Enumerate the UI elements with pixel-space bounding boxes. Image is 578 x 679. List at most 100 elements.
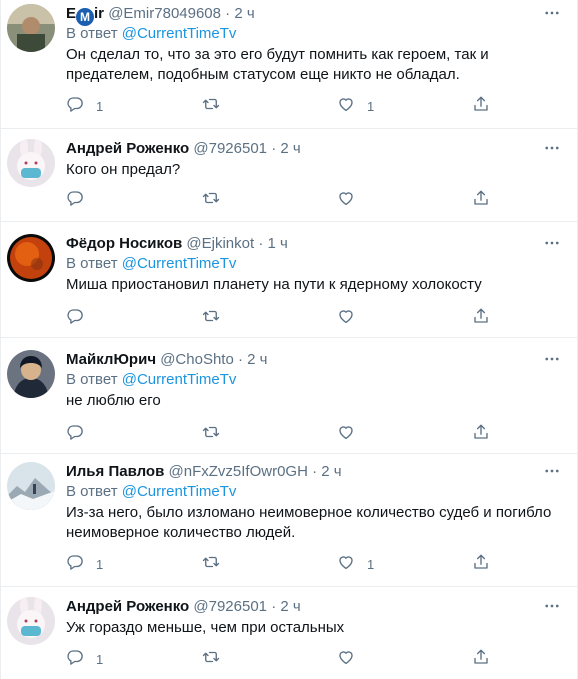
- separator: ·: [271, 140, 277, 157]
- reply-icon: [66, 648, 84, 671]
- share-button[interactable]: [472, 308, 490, 328]
- timestamp[interactable]: 2 ч: [321, 463, 341, 480]
- more-icon[interactable]: [541, 6, 563, 20]
- separator: ·: [312, 463, 318, 480]
- user-handle[interactable]: @Emir78049608: [108, 5, 221, 22]
- reply-button[interactable]: [66, 308, 96, 328]
- reply-button[interactable]: 1: [66, 96, 103, 116]
- tweet-text: Уж гораздо меньше, чем при остальных: [66, 619, 345, 636]
- tweet[interactable]: Андрей Роженко @7926501 · 2 ч Кого он пр…: [1, 129, 577, 222]
- retweet-button[interactable]: [202, 190, 232, 210]
- like-button[interactable]: [337, 308, 367, 328]
- more-icon[interactable]: [541, 599, 563, 613]
- user-handle[interactable]: @Ejkinkot: [186, 235, 254, 252]
- more-icon[interactable]: [541, 464, 563, 478]
- retweet-button[interactable]: [202, 554, 232, 574]
- like-button[interactable]: [337, 649, 367, 669]
- reply-button[interactable]: 1: [66, 554, 103, 574]
- user-handle[interactable]: @nFxZvz5IfOwr0GH: [169, 463, 308, 480]
- timestamp[interactable]: 2 ч: [247, 351, 267, 368]
- reply-icon: [66, 95, 84, 118]
- avatar[interactable]: [7, 139, 55, 187]
- share-icon: [472, 189, 490, 212]
- like-button[interactable]: [337, 190, 367, 210]
- reply-icon: [66, 307, 84, 330]
- share-icon: [472, 648, 490, 671]
- tweet-header: Фёдор Носиков @Ejkinkot · 1 ч: [66, 234, 563, 254]
- retweet-icon: [202, 189, 220, 212]
- like-button[interactable]: 1: [337, 96, 374, 116]
- retweet-button[interactable]: [202, 649, 232, 669]
- like-count: 1: [367, 98, 375, 114]
- tweet-text: Из-за него, было изломано неимоверное ко…: [66, 504, 552, 541]
- like-button[interactable]: [337, 424, 367, 444]
- mention-link[interactable]: @CurrentTimeTv: [122, 371, 237, 388]
- tweet-header: E Mir @Emir78049608 · 2 ч: [66, 4, 563, 26]
- like-button[interactable]: 1: [337, 554, 374, 574]
- share-button[interactable]: [472, 649, 490, 669]
- mention-link[interactable]: @CurrentTimeTv: [122, 25, 237, 42]
- like-icon: [337, 648, 355, 671]
- share-icon: [472, 307, 490, 330]
- retweet-button[interactable]: [202, 424, 232, 444]
- timestamp[interactable]: 1 ч: [267, 235, 287, 252]
- share-icon: [472, 423, 490, 446]
- share-button[interactable]: [472, 96, 490, 116]
- like-count: 1: [367, 556, 375, 572]
- display-name[interactable]: Андрей Роженко: [66, 140, 189, 157]
- reply-count: 1: [96, 556, 104, 572]
- reply-button[interactable]: [66, 424, 96, 444]
- tweet[interactable]: Илья Павлов @nFxZvz5IfOwr0GH · 2 ч В отв…: [1, 454, 577, 587]
- tweet-text: Миша приостановил планету на пути к ядер…: [66, 276, 482, 293]
- tweet-text: не люблю его: [66, 392, 161, 409]
- display-name[interactable]: Фёдор Носиков: [66, 235, 182, 252]
- avatar[interactable]: [7, 462, 55, 510]
- like-icon: [337, 553, 355, 576]
- separator: ·: [225, 5, 231, 22]
- user-handle[interactable]: @7926501: [193, 598, 267, 615]
- like-icon: [337, 189, 355, 212]
- timestamp[interactable]: 2 ч: [234, 5, 254, 22]
- avatar[interactable]: [7, 597, 55, 645]
- mention-link[interactable]: @CurrentTimeTv: [122, 255, 237, 272]
- reply-prefix: В ответ: [66, 255, 118, 272]
- reply-icon: [66, 189, 84, 212]
- reply-icon: [66, 553, 84, 576]
- share-button[interactable]: [472, 554, 490, 574]
- timestamp[interactable]: 2 ч: [280, 598, 300, 615]
- retweet-button[interactable]: [202, 96, 232, 116]
- mention-link[interactable]: @CurrentTimeTv: [122, 483, 237, 500]
- display-name[interactable]: Илья Павлов: [66, 463, 164, 480]
- tweet[interactable]: Фёдор Носиков @Ejkinkot · 1 ч В ответ @C…: [1, 222, 577, 338]
- display-name[interactable]: МайклЮрич: [66, 351, 156, 368]
- reply-prefix: В ответ: [66, 25, 118, 42]
- share-button[interactable]: [472, 424, 490, 444]
- reply-button[interactable]: 1: [66, 649, 103, 669]
- timestamp[interactable]: 2 ч: [280, 140, 300, 157]
- user-handle[interactable]: @7926501: [193, 140, 267, 157]
- reply-prefix: В ответ: [66, 371, 118, 388]
- like-icon: [337, 95, 355, 118]
- more-icon[interactable]: [541, 352, 563, 366]
- display-name[interactable]: Андрей Роженко: [66, 598, 189, 615]
- user-handle[interactable]: @ChoShto: [160, 351, 234, 368]
- reply-button[interactable]: [66, 190, 96, 210]
- avatar[interactable]: [7, 4, 55, 52]
- tweet[interactable]: Андрей Роженко @7926501 · 2 ч Уж гораздо…: [1, 587, 577, 679]
- tweet-header: Илья Павлов @nFxZvz5IfOwr0GH · 2 ч: [66, 462, 563, 482]
- more-icon[interactable]: [541, 236, 563, 250]
- reply-context: В ответ @CurrentTimeTv: [66, 254, 563, 274]
- share-button[interactable]: [472, 190, 490, 210]
- avatar[interactable]: [7, 234, 55, 282]
- avatar[interactable]: [7, 350, 55, 398]
- reply-context: В ответ @CurrentTimeTv: [66, 24, 563, 44]
- display-name[interactable]: E Mir: [66, 5, 104, 26]
- share-icon: [472, 95, 490, 118]
- tweet-actions: [66, 308, 496, 328]
- tweet[interactable]: E Mir @Emir78049608 · 2 ч В ответ @Curren…: [1, 0, 577, 129]
- tweet-actions: [66, 424, 496, 444]
- tweet[interactable]: МайклЮрич @ChoShto · 2 ч В ответ @Curren…: [1, 338, 577, 454]
- more-icon[interactable]: [541, 141, 563, 155]
- like-icon: [337, 307, 355, 330]
- retweet-button[interactable]: [202, 308, 232, 328]
